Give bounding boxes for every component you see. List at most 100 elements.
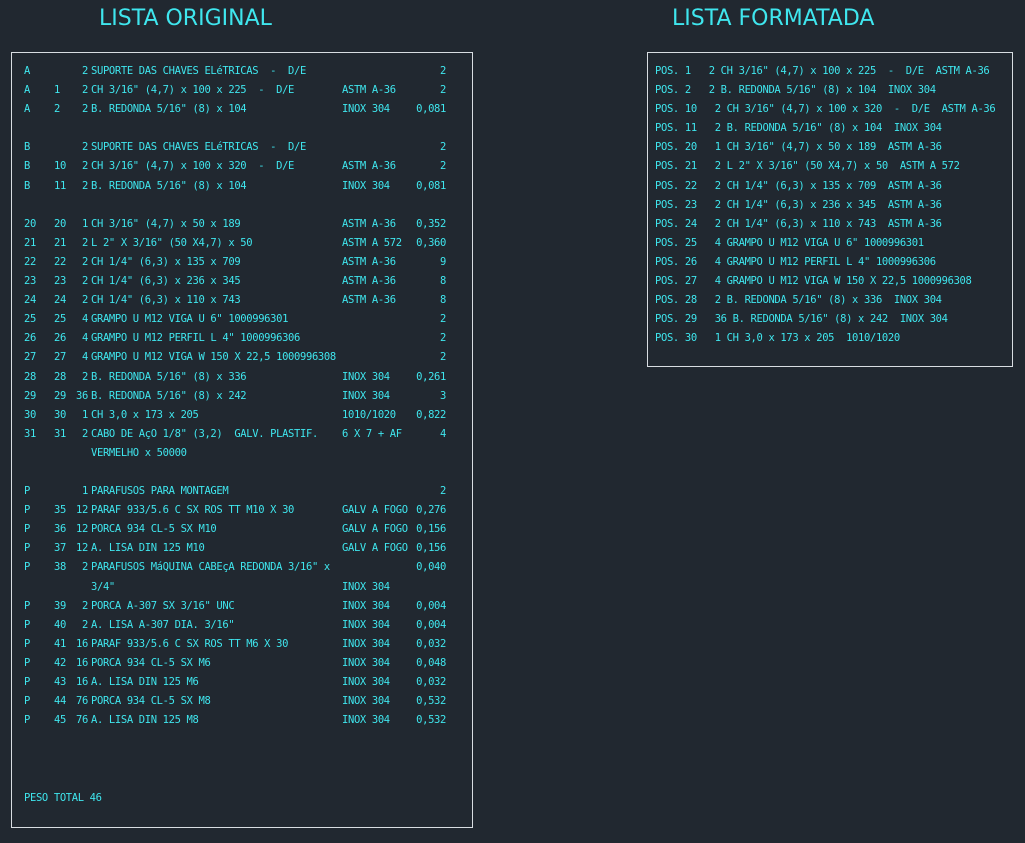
row-quantity: 2 xyxy=(82,255,88,268)
row-description: B. REDONDA 5/16" (8) x 104 xyxy=(91,103,247,116)
original-list-row: A 2 2 B. REDONDA 5/16" (8) x 104 INOX 304 0,0… xyxy=(24,100,464,119)
row-position: 21 xyxy=(54,236,66,249)
original-list-row: 30 30 1 CH 3,0 x 173 x 205 1010/1020 0,822 xyxy=(24,406,464,425)
row-quantity: 2 xyxy=(82,179,88,192)
row-position: 45 xyxy=(54,714,66,727)
row-position: 37 xyxy=(54,542,66,555)
original-list-row: P 38 2 PARAFUSOS MáQUINA CABEçA REDONDA 3/1… xyxy=(24,558,464,577)
row-material: INOX 304 xyxy=(342,695,390,708)
row-group: 22 xyxy=(24,255,36,268)
row-quantity: 2 xyxy=(82,599,88,612)
row-position: 41 xyxy=(54,637,66,650)
row-description: L 2" X 3/16" (50 X4,7) x 50 xyxy=(91,236,253,249)
row-material: INOX 304 xyxy=(342,599,390,612)
row-quantity: 2 xyxy=(82,236,88,249)
row-group: P xyxy=(24,504,30,517)
row-description: GRAMPO U M12 VIGA U 6" 1000996301 xyxy=(91,313,289,326)
formatted-list-row: POS. 10 2 CH 3/16" (4,7) x 100 x 320 - D… xyxy=(655,103,996,116)
row-quantity: 16 xyxy=(76,676,88,688)
row-weight: 0,352 xyxy=(416,217,446,230)
original-list-row: 20 20 1 CH 3/16" (4,7) x 50 x 189 ASTM A-36 0… xyxy=(24,215,464,234)
row-group: 21 xyxy=(24,236,36,249)
row-quantity: 36 xyxy=(76,389,88,402)
row-material: INOX 304 xyxy=(342,580,390,593)
formatted-list-row: POS. 20 1 CH 3/16" (4,7) x 50 x 189 ASTM… xyxy=(655,141,942,154)
row-description: A. LISA DIN 125 M8 xyxy=(91,714,199,727)
row-quantity: 4 xyxy=(82,351,88,364)
original-list: A 2 SUPORTE DAS CHAVES ELéTRICAS - D/E 2 A 1 2… xyxy=(24,62,464,730)
row-weight: 4 xyxy=(440,427,446,440)
original-list-row: B 11 2 B. REDONDA 5/16" (8) x 104 INOX 304 0,… xyxy=(24,177,464,196)
row-description: PORCA A-307 SX 3/16" UNC xyxy=(91,599,235,612)
row-quantity: 2 xyxy=(82,618,88,631)
row-material: 1010/1020 xyxy=(342,408,396,421)
row-description: PORCA 934 CL-5 SX M6 xyxy=(91,656,211,669)
row-weight: 2 xyxy=(440,351,446,364)
row-position: 11 xyxy=(54,179,66,192)
row-position: 25 xyxy=(54,313,66,326)
original-list-row: P 40 2 A. LISA A-307 DIA. 3/16" INOX 304 0,00… xyxy=(24,616,464,635)
row-material: INOX 304 xyxy=(342,714,390,727)
row-quantity: 1 xyxy=(82,485,88,498)
row-quantity: 2 xyxy=(82,84,88,97)
formatted-list-row: POS. 28 2 B. REDONDA 5/16" (8) x 336 INO… xyxy=(655,294,942,307)
formatted-list-row: POS. 1 2 CH 3/16" (4,7) x 100 x 225 - D/… xyxy=(655,65,990,77)
row-quantity: 12 xyxy=(76,523,88,536)
row-material: INOX 304 xyxy=(342,389,390,402)
row-material: ASTM A 572 xyxy=(342,236,402,249)
row-group: B xyxy=(24,141,30,154)
row-position: 42 xyxy=(54,656,66,669)
row-material: INOX 304 xyxy=(342,103,390,116)
row-description: PARAFUSOS PARA MONTAGEM xyxy=(91,485,229,498)
row-group: P xyxy=(24,523,30,536)
formatted-list-title: LISTA FORMATADA xyxy=(672,6,875,31)
row-quantity: 2 xyxy=(82,160,88,173)
formatted-list-row: POS. 23 2 CH 1/4" (6,3) x 236 x 345 ASTM… xyxy=(655,198,942,211)
row-description: GRAMPO U M12 VIGA W 150 X 22,5 100099630… xyxy=(91,351,336,364)
row-position: 2 xyxy=(54,103,60,116)
row-weight: 0,532 xyxy=(416,695,446,708)
row-quantity: 2 xyxy=(82,141,88,154)
row-quantity: 2 xyxy=(82,103,88,116)
row-quantity: 2 xyxy=(82,275,88,288)
row-material: ASTM A-36 xyxy=(342,255,396,268)
original-list-row: 27 27 4 GRAMPO U M12 VIGA W 150 X 22,5 1000… xyxy=(24,348,464,367)
original-list-row: 28 28 2 B. REDONDA 5/16" (8) x 336 INOX 304 0… xyxy=(24,368,464,387)
original-list-row: P 39 2 PORCA A-307 SX 3/16" UNC INOX 304 0,00… xyxy=(24,597,464,616)
row-quantity: 4 xyxy=(82,332,88,345)
row-description: GRAMPO U M12 PERFIL L 4" 1000996306 xyxy=(91,332,301,345)
row-group: P xyxy=(24,542,30,555)
row-weight: 0,004 xyxy=(416,599,446,612)
row-position: 27 xyxy=(54,351,66,364)
row-weight: 0,360 xyxy=(416,236,446,249)
row-group: 27 xyxy=(24,351,36,364)
row-quantity: 1 xyxy=(82,408,88,421)
row-position: 36 xyxy=(54,523,66,536)
row-description: PARAFUSOS MáQUINA CABEçA REDONDA 3/16" x xyxy=(91,561,330,574)
formatted-list-row: POS. 30 1 CH 3,0 x 173 x 205 1010/1020 xyxy=(655,332,900,345)
row-weight: 0,822 xyxy=(416,408,446,421)
row-position: 39 xyxy=(54,599,66,612)
formatted-list-row: POS. 26 4 GRAMPO U M12 PERFIL L 4" 10009… xyxy=(655,255,936,268)
row-description: CH 3/16" (4,7) x 100 x 225 - D/E xyxy=(91,84,295,97)
row-material: INOX 304 xyxy=(342,618,390,631)
original-list-row: 21 21 2 L 2" X 3/16" (50 X4,7) x 50 ASTM A 5… xyxy=(24,234,464,253)
row-group: P xyxy=(24,618,30,631)
original-list-row: P 41 16 PARAF 933/5.6 C SX ROS TT M6 X 30 IN… xyxy=(24,635,464,654)
row-group: P xyxy=(24,714,30,727)
row-position: 1 xyxy=(54,84,60,97)
original-list-row xyxy=(24,119,464,138)
row-group: P xyxy=(24,676,30,688)
row-group: P xyxy=(24,695,30,708)
row-description: VERMELHO x 50000 xyxy=(91,446,187,459)
original-list-row: P 37 12 A. LISA DIN 125 M10 GALV A FOGO 0,156 xyxy=(24,539,464,558)
row-material: INOX 304 xyxy=(342,637,390,650)
row-material: ASTM A-36 xyxy=(342,294,396,307)
formatted-list-row: POS. 27 4 GRAMPO U M12 VIGA W 150 X 22,5… xyxy=(655,275,972,288)
row-description: CH 3,0 x 173 x 205 xyxy=(91,408,199,421)
row-group: 26 xyxy=(24,332,36,345)
original-list-row: P 45 76 A. LISA DIN 125 M8 INOX 304 0,532 xyxy=(24,711,464,730)
row-weight: 2 xyxy=(440,332,446,345)
row-weight: 8 xyxy=(440,275,446,288)
row-description: CH 1/4" (6,3) x 135 x 709 xyxy=(91,255,241,268)
